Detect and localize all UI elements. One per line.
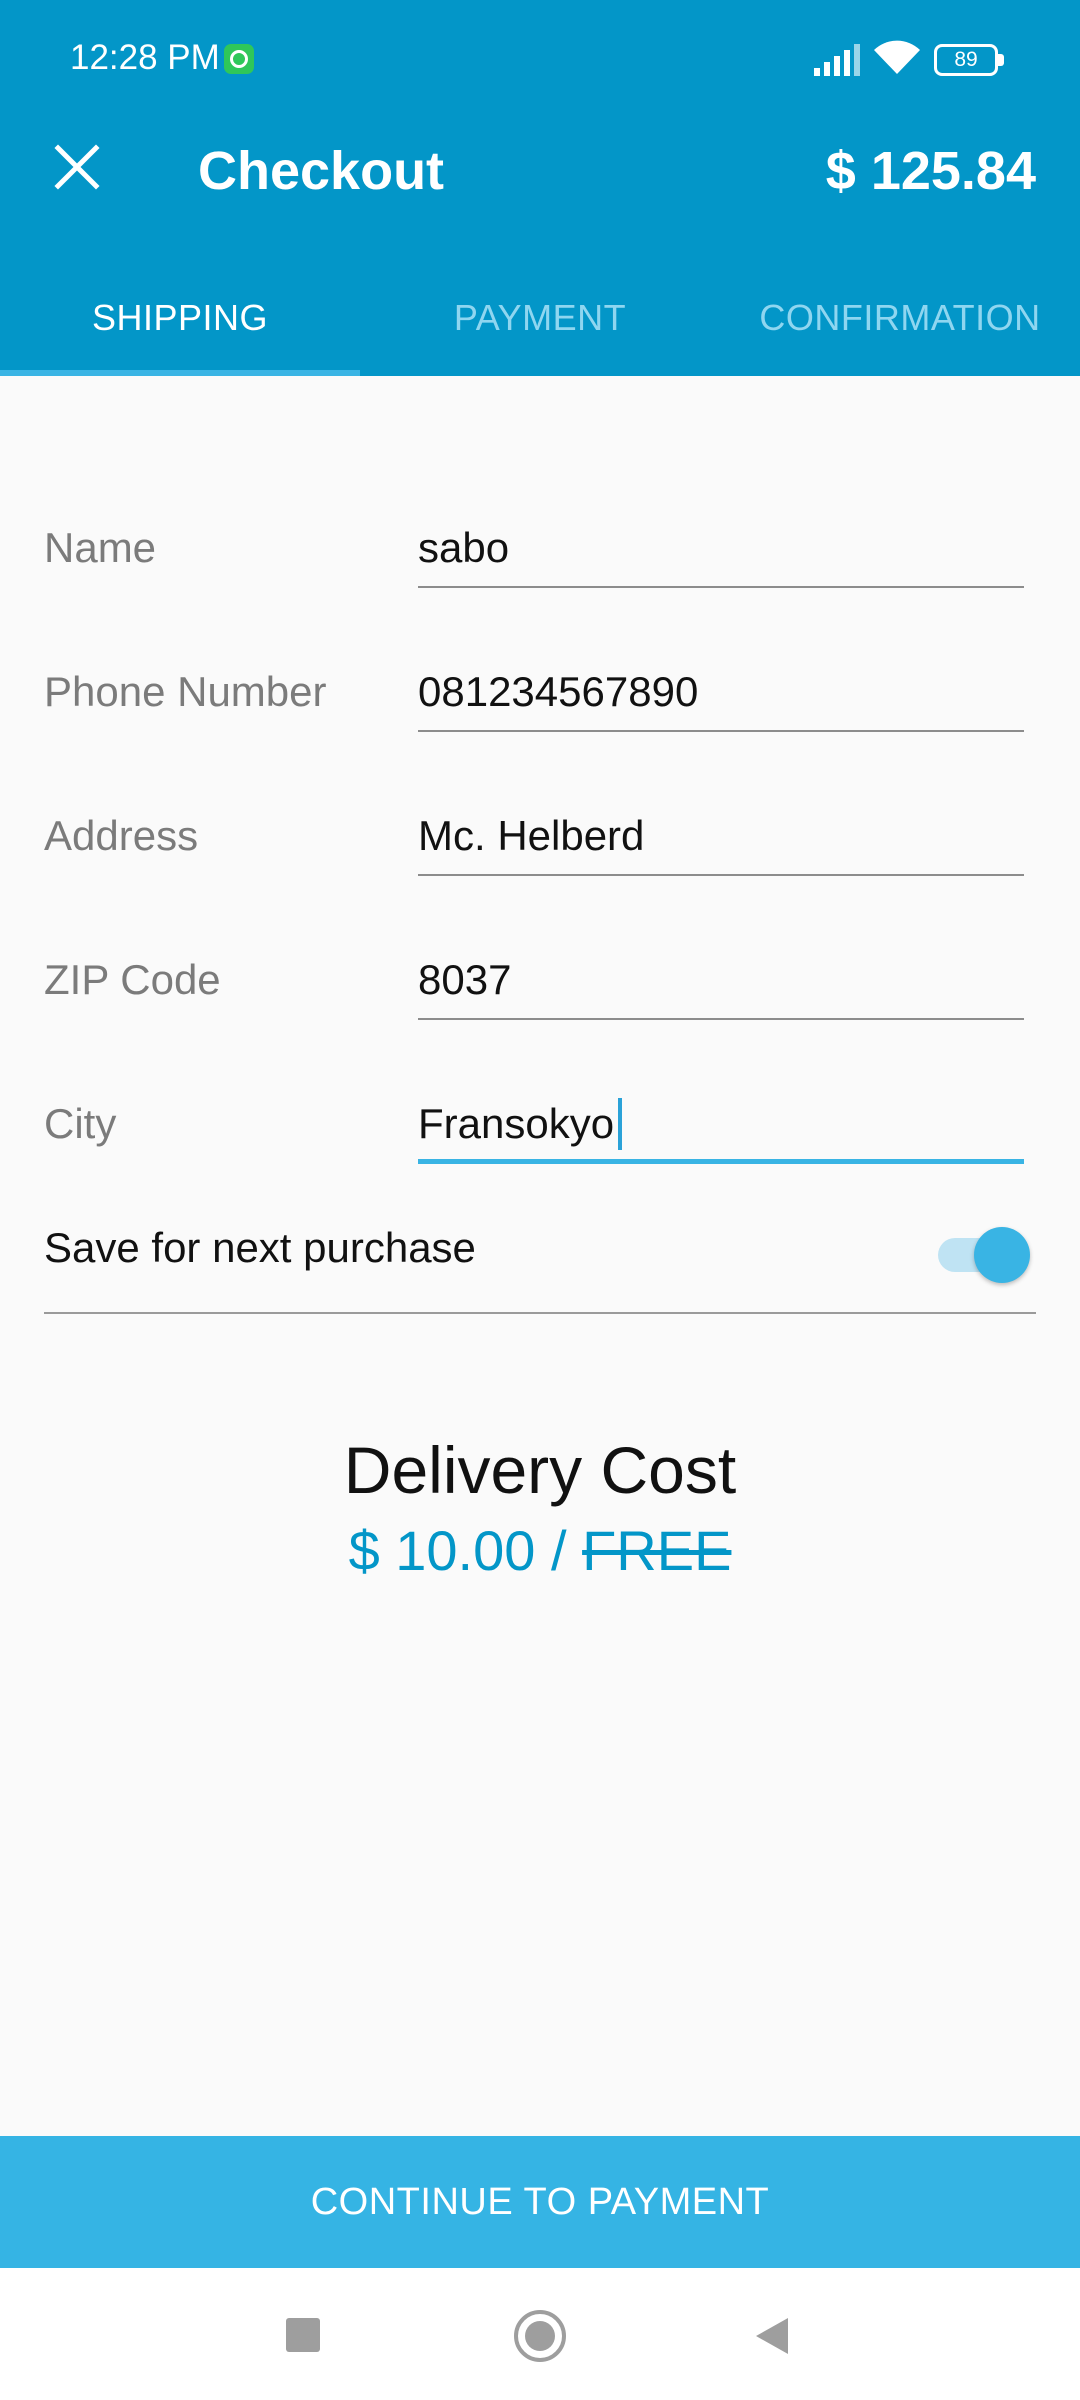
save-toggle-switch[interactable] bbox=[938, 1222, 1030, 1283]
save-for-next-purchase-row: Save for next purchase bbox=[44, 1186, 1036, 1314]
tab-shipping-label: SHIPPING bbox=[91, 297, 269, 338]
toggle-thumb bbox=[974, 1227, 1030, 1283]
wifi-icon bbox=[874, 40, 920, 74]
delivery-free-label: FREE bbox=[582, 1519, 732, 1582]
system-nav-bar bbox=[0, 2268, 1080, 2400]
save-toggle-label: Save for next purchase bbox=[44, 1224, 476, 1271]
address-row: Address bbox=[0, 772, 1080, 882]
name-row: Name bbox=[0, 484, 1080, 594]
phone-input[interactable] bbox=[418, 664, 1024, 720]
tab-confirmation-label: CONFIRMATION bbox=[759, 297, 1041, 338]
recent-apps-icon[interactable] bbox=[286, 2318, 320, 2352]
status-time: 12:28 PM bbox=[70, 38, 220, 77]
name-label: Name bbox=[44, 524, 157, 571]
address-input[interactable] bbox=[418, 808, 1024, 864]
battery-level: 89 bbox=[954, 48, 978, 71]
name-input[interactable] bbox=[418, 520, 1024, 576]
tab-payment-label: PAYMENT bbox=[453, 297, 627, 338]
city-label: City bbox=[44, 1100, 117, 1147]
phone-row: Phone Number bbox=[0, 628, 1080, 738]
phone-label: Phone Number bbox=[44, 668, 327, 715]
close-icon bbox=[54, 144, 100, 190]
address-label: Address bbox=[44, 812, 199, 859]
status-bar: 12:28 PM 89 bbox=[0, 0, 1080, 120]
city-row: City bbox=[0, 1060, 1080, 1170]
city-input[interactable] bbox=[418, 1096, 1024, 1152]
city-field bbox=[418, 1078, 1024, 1164]
zip-row: ZIP Code bbox=[0, 916, 1080, 1026]
tab-indicator bbox=[0, 370, 360, 376]
order-total: $ 125.84 bbox=[825, 141, 1036, 201]
tab-confirmation[interactable]: CONFIRMATION bbox=[720, 260, 1080, 376]
checkout-tabs: SHIPPING PAYMENT CONFIRMATION bbox=[0, 260, 1080, 376]
tab-shipping[interactable]: SHIPPING bbox=[0, 260, 360, 376]
address-field bbox=[418, 790, 1024, 876]
zip-label: ZIP Code bbox=[44, 956, 221, 1003]
name-field bbox=[418, 502, 1024, 588]
page-title: Checkout bbox=[198, 141, 445, 201]
battery-icon: 89 bbox=[934, 44, 1006, 76]
tab-payment[interactable]: PAYMENT bbox=[360, 260, 720, 376]
whatsapp-icon bbox=[224, 44, 254, 74]
back-icon[interactable] bbox=[756, 2318, 788, 2354]
close-button[interactable] bbox=[30, 120, 124, 214]
zip-field bbox=[418, 934, 1024, 1020]
app-bar: 12:28 PM 89 Checkout $ 125.84 SHIPPING P… bbox=[0, 0, 1080, 376]
phone-field bbox=[418, 646, 1024, 732]
delivery-price: $ 10.00 / bbox=[348, 1519, 583, 1582]
home-icon[interactable] bbox=[514, 2310, 566, 2362]
signal-icon bbox=[814, 44, 860, 76]
delivery-cost-value: $ 10.00 / FREE bbox=[0, 1518, 1080, 1583]
zip-input[interactable] bbox=[418, 952, 1024, 1008]
text-cursor bbox=[618, 1098, 622, 1150]
delivery-cost-title: Delivery Cost bbox=[343, 1433, 737, 1507]
continue-to-payment-button[interactable]: CONTINUE TO PAYMENT bbox=[0, 2136, 1080, 2268]
